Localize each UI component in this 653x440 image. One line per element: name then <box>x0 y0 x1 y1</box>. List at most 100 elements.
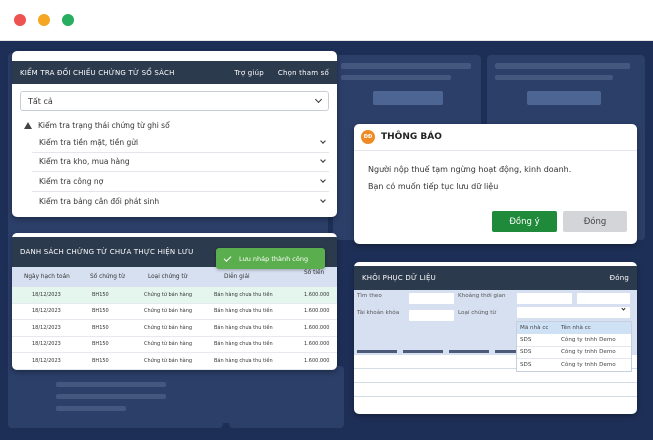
close-window-icon[interactable] <box>14 14 26 26</box>
close-link[interactable]: Đóng <box>610 274 629 282</box>
dialog-message: Người nộp thuế tạm ngừng hoạt động, kinh… <box>354 151 637 195</box>
column-header[interactable]: Ngày hạch toán <box>12 274 84 280</box>
cell-desc: Bán hàng chưa thu tiền <box>214 357 273 364</box>
table-row[interactable]: 18/12/2023 BH150 Chứng từ bán hàng Bán h… <box>12 320 337 337</box>
app-logo-icon: ĐĐ <box>361 130 375 144</box>
supplier-dropdown: Mã nhà cc Tên nhà cc SDS Công ty tnhh De… <box>516 321 632 372</box>
chevron-down-icon <box>320 157 326 164</box>
doc-type-select[interactable] <box>517 306 630 318</box>
cell-desc: Bán hàng chưa thu tiền <box>214 308 273 315</box>
check-item-label: Kiểm tra tiền mặt, tiền gửi <box>39 137 139 147</box>
cell-type: Chứng từ bán hàng <box>144 291 193 298</box>
table-row[interactable]: 18/12/2023 BH150 Chứng từ bán hàng Bán h… <box>12 353 337 370</box>
table-row[interactable]: 18/12/2023 BH150 Chứng từ bán hàng Bán h… <box>12 304 337 320</box>
maximize-window-icon[interactable] <box>62 14 74 26</box>
cell-date: 18/12/2023 <box>32 341 61 348</box>
period-from-input[interactable] <box>517 293 572 304</box>
dropdown-option[interactable]: SDS Công ty tnhh Demo <box>517 359 631 372</box>
notice-dialog: ĐĐ THÔNG BÁO Người nộp thuế tạm ngừng ho… <box>354 124 637 244</box>
table-row[interactable]: 18/12/2023 BH150 Chứng từ bán hàng Bán h… <box>12 337 337 353</box>
check-item-debt[interactable]: Kiểm tra công nợ <box>32 172 329 192</box>
check-item-cash[interactable]: Kiểm tra tiền mặt, tiền gửi <box>32 133 329 153</box>
dropdown-option[interactable]: SDS Công ty tnhh Demo <box>517 347 631 359</box>
panel-title: DANH SÁCH CHỨNG TỪ CHƯA THỰC HIỆN LƯU <box>20 248 194 256</box>
panel-header: KHÔI PHỤC DỮ LIỆU Đóng <box>354 266 637 290</box>
column-header[interactable]: Diễn giải <box>214 274 304 280</box>
lock-account-label: Tài khoản khóa <box>357 310 400 316</box>
cell-date: 18/12/2023 <box>32 291 61 298</box>
filter-select-value: Tất cả <box>28 96 53 106</box>
search-by-input[interactable] <box>409 293 454 304</box>
chevron-down-icon <box>314 95 323 104</box>
checkmark-icon <box>223 253 232 262</box>
warning-triangle-icon <box>24 121 32 129</box>
document-status-check-label: Kiểm tra trạng thái chứng từ ghi sổ <box>38 120 170 130</box>
check-item-label: Kiểm tra bảng cân đối phát sinh <box>39 196 160 206</box>
search-by-label: Tìm theo <box>357 293 382 299</box>
document-status-check[interactable]: Kiểm tra trạng thái chứng từ ghi sổ <box>24 117 329 133</box>
supplier-name: Công ty tnhh Demo <box>561 362 616 369</box>
check-item-label: Kiểm tra công nợ <box>39 176 104 186</box>
close-button[interactable]: Đóng <box>563 211 627 232</box>
lock-account-input[interactable] <box>409 310 454 321</box>
check-reconciliation-panel: KIỂM TRA ĐỐI CHIẾU CHỨNG TỪ SỔ SÁCH Trợ … <box>12 51 337 217</box>
chevron-down-icon <box>320 176 326 183</box>
column-header[interactable]: Loại chứng từ <box>132 274 214 280</box>
save-success-toast: Lưu nháp thành công <box>216 248 325 269</box>
panel-header: KIỂM TRA ĐỐI CHIẾU CHỨNG TỪ SỔ SÁCH Trợ … <box>12 61 337 84</box>
cell-desc: Bán hàng chưa thu tiền <box>214 291 273 298</box>
cell-desc: Bán hàng chưa thu tiền <box>214 324 273 331</box>
cell-number: BH150 <box>92 291 109 298</box>
minimize-window-icon[interactable] <box>38 14 50 26</box>
ghost-window <box>8 366 223 428</box>
help-link[interactable]: Trợ giúp <box>234 69 264 77</box>
cell-amount: 1.600.000 <box>304 324 330 331</box>
supplier-code: SDS <box>520 362 532 369</box>
cell-type: Chứng từ bán hàng <box>144 357 193 364</box>
chevron-down-icon <box>320 196 326 203</box>
table-row[interactable]: 18/12/2023 BH150 Chứng từ bán hàng Bán h… <box>12 287 337 304</box>
supplier-code: SDS <box>520 349 532 356</box>
check-item-balance[interactable]: Kiểm tra bảng cân đối phát sinh <box>32 192 329 212</box>
chevron-down-icon <box>621 306 626 311</box>
table-header: Ngày hạch toán Số chứng từ Loại chứng từ… <box>12 267 337 287</box>
filter-select[interactable]: Tất cả <box>20 91 329 111</box>
cell-type: Chứng từ bán hàng <box>144 308 193 315</box>
supplier-name: Công ty tnhh Demo <box>561 336 616 343</box>
cell-desc: Bán hàng chưa thu tiền <box>214 341 273 348</box>
cell-amount: 1.600.000 <box>304 357 330 364</box>
period-to-input[interactable] <box>577 293 630 304</box>
dialog-message-line: Bạn có muốn tiếp tục lưu dữ liệu <box>368 182 499 191</box>
period-label: Khoảng thời gian <box>458 293 506 299</box>
column-header: Tên nhà cc <box>561 325 591 331</box>
chevron-down-icon <box>320 137 326 144</box>
check-item-label: Kiểm tra kho, mua hàng <box>39 157 130 167</box>
dialog-message-line: Người nộp thuế tạm ngừng hoạt động, kinh… <box>368 165 572 174</box>
panel-title: KIỂM TRA ĐỐI CHIẾU CHỨNG TỪ SỔ SÁCH <box>20 68 175 77</box>
cell-type: Chứng từ bán hàng <box>144 324 193 331</box>
column-header[interactable]: Số tiền <box>304 270 337 276</box>
cell-amount: 1.600.000 <box>304 291 330 298</box>
column-header: Mã nhà cc <box>520 325 549 331</box>
cell-number: BH150 <box>92 357 109 364</box>
select-params-link[interactable]: Chọn tham số <box>278 69 329 77</box>
supplier-code: SDS <box>520 336 532 343</box>
check-item-inventory[interactable]: Kiểm tra kho, mua hàng <box>32 153 329 172</box>
ghost-window <box>229 366 344 428</box>
cell-amount: 1.600.000 <box>304 308 330 315</box>
dialog-title: THÔNG BÁO <box>381 132 442 142</box>
dialog-header: ĐĐ THÔNG BÁO <box>354 124 637 151</box>
cell-number: BH150 <box>92 308 109 315</box>
cell-amount: 1.600.000 <box>304 341 330 348</box>
cell-date: 18/12/2023 <box>32 308 61 315</box>
panel-title: KHÔI PHỤC DỮ LIỆU <box>362 274 436 282</box>
window-titlebar <box>0 0 653 41</box>
cell-date: 18/12/2023 <box>32 324 61 331</box>
cell-number: BH150 <box>92 324 109 331</box>
agree-button[interactable]: Đồng ý <box>492 211 557 232</box>
cell-type: Chứng từ bán hàng <box>144 341 193 348</box>
supplier-name: Công ty tnhh Demo <box>561 349 616 356</box>
dropdown-header: Mã nhà cc Tên nhà cc <box>517 322 631 334</box>
column-header[interactable]: Số chứng từ <box>84 274 132 280</box>
dropdown-option[interactable]: SDS Công ty tnhh Demo <box>517 334 631 347</box>
